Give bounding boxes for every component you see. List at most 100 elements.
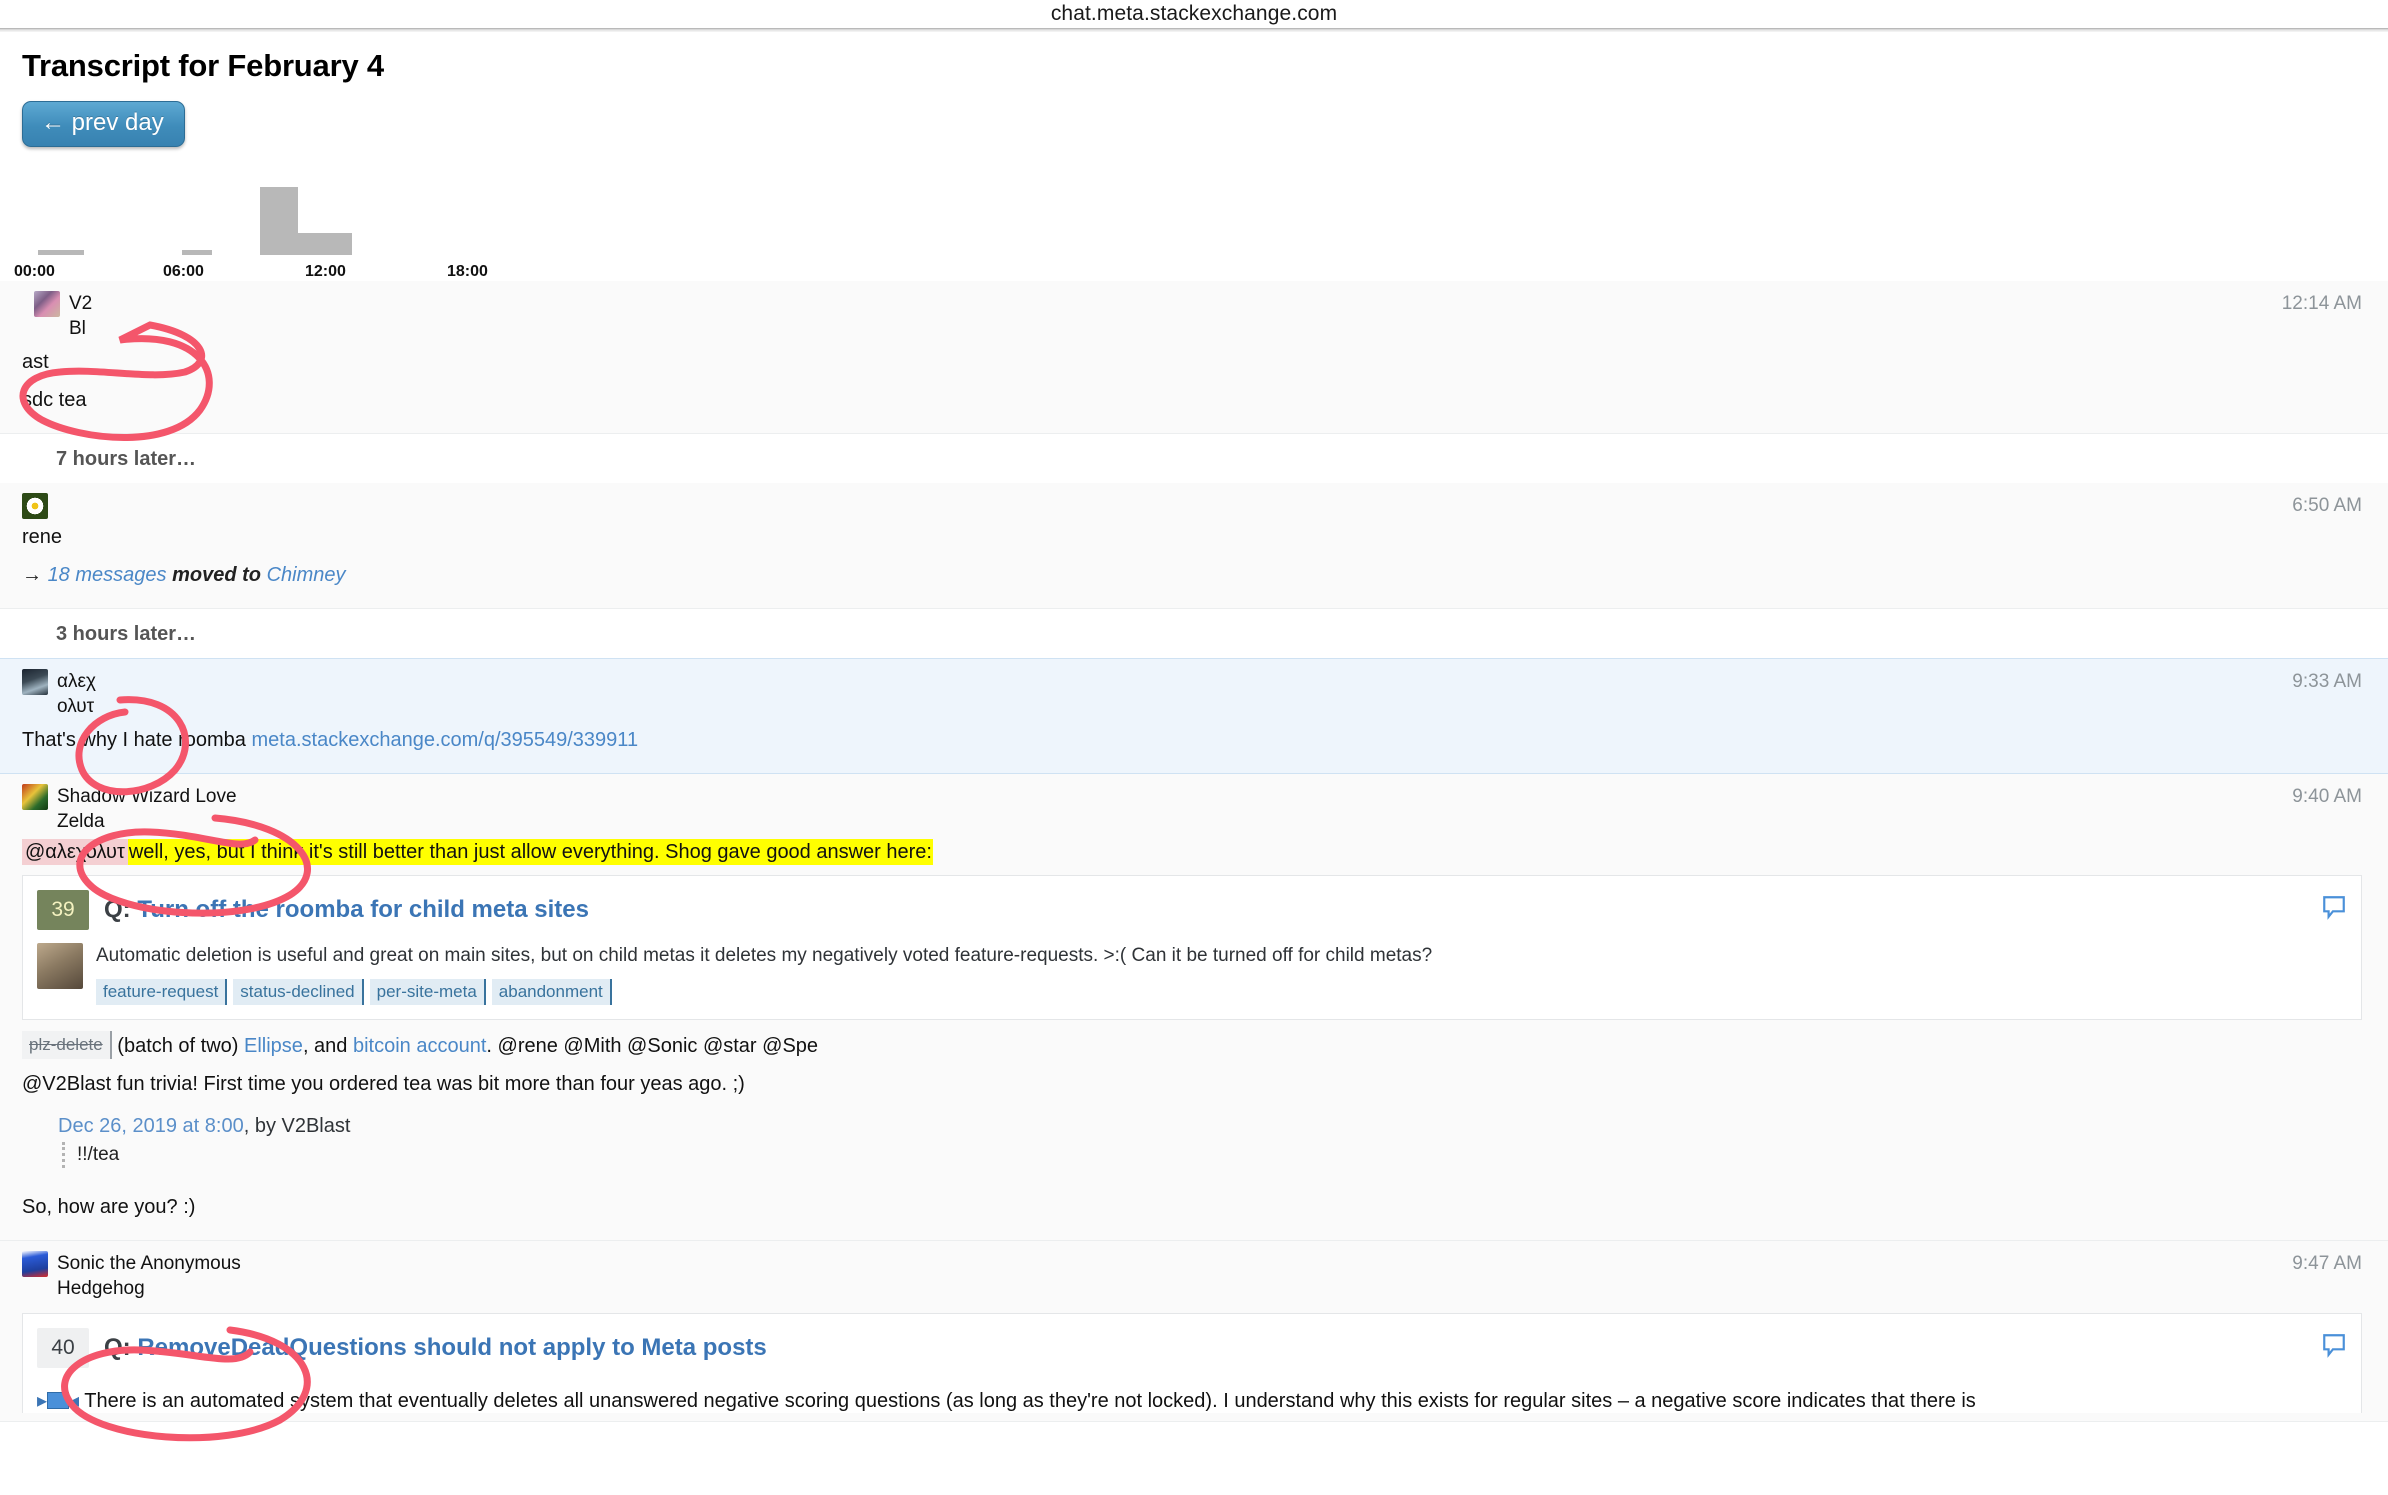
expand-arrow-icon[interactable]: ◂	[69, 1390, 79, 1412]
chrome-separator	[0, 28, 2388, 32]
speech-bubble-icon[interactable]	[2321, 1332, 2347, 1358]
onebox-question-card[interactable]: 39 Q: Turn off the roomba for child meta…	[22, 875, 2362, 1020]
username-line1: αλεχ	[57, 671, 96, 692]
timeline-axis: 00:00 06:00 12:00 18:00	[14, 257, 2366, 281]
username-line1: V2	[69, 293, 93, 314]
bitcoin-account-link[interactable]: bitcoin account	[353, 1035, 486, 1057]
monologue-shadow-wizard[interactable]: Shadow Wizard Love Zelda 9:40 AM @αλεχολ…	[0, 774, 2388, 1241]
signature[interactable]: V2 Bl 12:14 AM	[0, 281, 2388, 345]
timeline-tick-1: 06:00	[163, 263, 204, 280]
avatar	[22, 784, 48, 810]
username[interactable]: αλεχ ολυτ	[57, 669, 96, 719]
username[interactable]: Sonic the Anonymous Hedgehog	[57, 1251, 241, 1301]
username-line1: Sonic the Anonymous	[57, 1252, 241, 1274]
username-line2: Hedgehog	[57, 1277, 145, 1299]
tag-chip[interactable]: feature-request	[96, 978, 228, 1005]
onebox-header: 40 Q: RemoveDeadQuestions should not app…	[37, 1327, 2345, 1368]
prev-day-button[interactable]: ← prev day	[22, 101, 185, 147]
username[interactable]: V2 Bl	[69, 291, 92, 341]
question-title-link[interactable]: Turn off the roomba for child meta sites	[137, 896, 589, 923]
messages: @αλεχολυτ well, yes, but I think it's sti…	[0, 838, 2388, 1105]
arrow-icon: →	[22, 564, 42, 586]
browser-title-bar: chat.meta.stackexchange.com	[0, 0, 2388, 28]
room-move-notice: → 18 messages moved to Chimney	[22, 558, 2388, 596]
timeline-tick-0: 00:00	[14, 263, 55, 280]
question-title-link[interactable]: RemoveDeadQuestions should not apply to …	[137, 1334, 766, 1361]
quote-permalink[interactable]: Dec 26, 2019 at 8:00	[58, 1115, 244, 1137]
tag-chip[interactable]: abandonment	[491, 978, 612, 1005]
avatar	[22, 669, 48, 695]
onebox-header: 39 Q: Turn off the roomba for child meta…	[37, 890, 2345, 930]
avatar	[22, 493, 48, 519]
mention-token[interactable]: @αλεχολυτ	[22, 839, 128, 865]
moved-messages-link[interactable]: 18 messages	[48, 564, 167, 586]
question-prefix: Q:	[104, 896, 131, 923]
collapse-arrow-icon[interactable]: ▸	[37, 1390, 47, 1412]
signature[interactable]: Sonic the Anonymous Hedgehog 9:47 AM	[0, 1241, 2388, 1305]
onebox-text-column: Automatic deletion is useful and great o…	[96, 943, 1432, 1005]
signature[interactable]: αλεχ ολυτ 9:33 AM	[0, 659, 2388, 723]
onebox-excerpt-text: There is an automated system that eventu…	[84, 1389, 1976, 1412]
message-text[interactable]: That's why I hate roomba meta.stackexcha…	[22, 723, 2388, 761]
quote-header: Dec 26, 2019 at 8:00, by V2Blast	[58, 1115, 2362, 1138]
username-line2: Zelda	[57, 811, 105, 832]
ellipse-link[interactable]: Ellipse	[244, 1035, 303, 1057]
message-text-highlighted[interactable]: @αλεχολυτ well, yes, but I think it's sti…	[22, 838, 2388, 867]
message-link[interactable]: meta.stackexchange.com/q/395549/339911	[252, 729, 639, 751]
activity-timeline[interactable]: 00:00 06:00 12:00 18:00	[14, 171, 2366, 281]
username[interactable]: rene	[22, 523, 2388, 558]
onebox-excerpt: Automatic deletion is useful and great o…	[96, 945, 1433, 966]
timeline-bars	[22, 175, 2366, 255]
msg-part-and: , and	[302, 1034, 348, 1057]
avatar	[34, 291, 60, 317]
signature[interactable]: 6:50 AM	[0, 483, 2388, 523]
message-text[interactable]: sdc tea	[22, 383, 2388, 421]
plz-delete-tag[interactable]: plz-delete	[22, 1030, 112, 1060]
speech-bubble-icon[interactable]	[2321, 894, 2347, 920]
time-gap-label: 7 hours later…	[56, 448, 197, 470]
username-line1: Shadow Wizard Love	[57, 786, 237, 807]
question-prefix: Q:	[104, 1333, 131, 1361]
message-timestamp: 9:40 AM	[2292, 786, 2362, 807]
timeline-tick-2: 12:00	[305, 263, 346, 280]
tag-chip[interactable]: status-declined	[233, 978, 364, 1005]
message-timestamp: 12:14 AM	[2281, 293, 2362, 314]
monologue-alexolut[interactable]: αλεχ ολυτ 9:33 AM That's why I hate room…	[0, 658, 2388, 774]
timeline-bar-0600	[182, 250, 212, 255]
page-title: Transcript for February 4	[22, 48, 384, 83]
messages: 40 Q: RemoveDeadQuestions should not app…	[0, 1312, 2388, 1413]
messages: ast sdc tea	[0, 345, 2388, 433]
monologue-v2blast[interactable]: V2 Bl 12:14 AM ast sdc tea	[0, 281, 2388, 434]
tag-chip[interactable]: per-site-meta	[369, 978, 486, 1005]
timeline-bar-0000	[38, 250, 84, 255]
message-timestamp: 6:50 AM	[2292, 495, 2362, 516]
thumbnail-placeholder	[47, 1391, 70, 1409]
highlighted-body: well, yes, but I think it's still better…	[127, 839, 933, 865]
onebox-excerpt: ▸ ◂ There is an automated system that eve…	[37, 1382, 2345, 1413]
asker-avatar	[37, 943, 83, 989]
message-text[interactable]: So, how are you? :)	[22, 1190, 2388, 1228]
monologue-rene[interactable]: 6:50 AM rene → 18 messages moved to Chim…	[0, 483, 2388, 609]
onebox-title[interactable]: Q: Turn off the roomba for child meta si…	[104, 896, 589, 924]
target-room-link[interactable]: Chimney	[267, 564, 346, 586]
messages: So, how are you? :)	[0, 1182, 2388, 1240]
message-timestamp: 9:47 AM	[2292, 1252, 2362, 1274]
onebox-question-card[interactable]: 40 Q: RemoveDeadQuestions should not app…	[22, 1312, 2362, 1413]
message-text[interactable]: plz-delete (batch of two) Ellipse, and b…	[22, 1028, 2388, 1067]
username[interactable]: Shadow Wizard Love Zelda	[57, 784, 237, 834]
message-text[interactable]: @V2Blast fun trivia! First time you orde…	[22, 1067, 2388, 1105]
quoted-message-block[interactable]: Dec 26, 2019 at 8:00, by V2Blast !!/tea	[22, 1104, 2362, 1182]
username-overflow: ast	[22, 351, 49, 373]
msg-part-mentions: . @rene @Mith @Sonic @star @Spe	[486, 1034, 819, 1057]
onebox-title[interactable]: Q: RemoveDeadQuestions should not apply …	[104, 1334, 767, 1362]
username-line2: ολυτ	[57, 696, 95, 717]
messages: rene → 18 messages moved to Chimney	[0, 523, 2388, 608]
username-line2: Bl	[69, 318, 86, 339]
avatar	[22, 1250, 48, 1277]
signature[interactable]: Shadow Wizard Love Zelda 9:40 AM	[0, 774, 2388, 838]
quote-body: !!/tea	[62, 1141, 2362, 1168]
quote-author: , by V2Blast	[243, 1114, 351, 1137]
monologue-sonic[interactable]: Sonic the Anonymous Hedgehog 9:47 AM 40 …	[0, 1240, 2388, 1422]
moved-to-label: moved to	[172, 564, 261, 586]
vote-count-badge: 40	[37, 1327, 89, 1368]
